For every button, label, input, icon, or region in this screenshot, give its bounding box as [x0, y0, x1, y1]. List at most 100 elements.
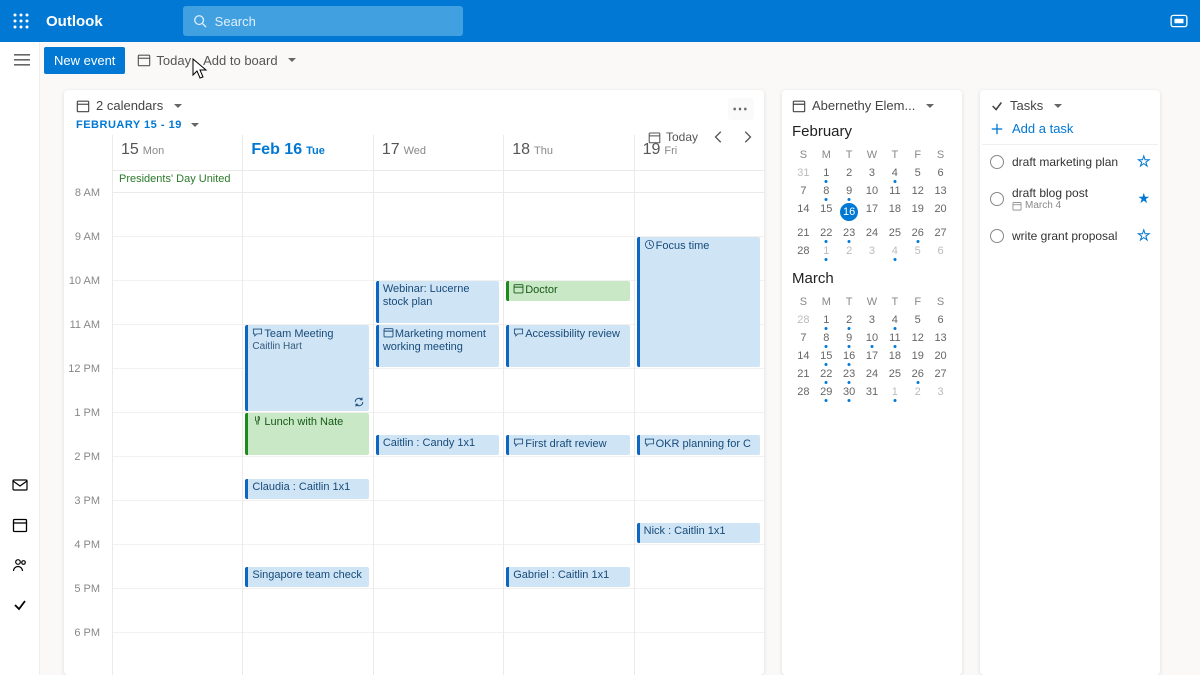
app-launcher-icon[interactable] — [0, 0, 42, 42]
mini-cal-day[interactable]: 2 — [838, 311, 861, 329]
leftrail-mail-icon[interactable] — [10, 475, 30, 495]
card-more-button[interactable]: ⋯ — [728, 98, 754, 120]
mini-cal-day[interactable]: 5 — [906, 311, 929, 329]
mini-cal-day[interactable]: 9 — [838, 329, 861, 347]
calendar-event[interactable]: Accessibility review — [506, 325, 629, 367]
mini-cal-day[interactable]: 24 — [861, 365, 884, 383]
mini-cal-day[interactable]: 14 — [792, 200, 815, 224]
mini-cal-day[interactable]: 29 — [815, 383, 838, 401]
mini-cal-day[interactable]: 31 — [861, 383, 884, 401]
mini-cal-day[interactable]: 15 — [815, 200, 838, 224]
mini-cal-day[interactable]: 12 — [906, 329, 929, 347]
mini-cal-day[interactable]: 14 — [792, 347, 815, 365]
new-event-button[interactable]: New event — [44, 47, 125, 74]
mini-cal-day[interactable]: 7 — [792, 182, 815, 200]
mini-cal-day[interactable]: 23 — [838, 224, 861, 242]
mini-cal-day[interactable]: 22 — [815, 365, 838, 383]
task-star-toggle[interactable]: ★ — [1137, 153, 1150, 170]
mini-cal-day[interactable]: 16 — [838, 347, 861, 365]
mini-cal-day[interactable]: 24 — [861, 224, 884, 242]
calendar-selector[interactable]: 2 calendars — [76, 98, 752, 113]
leftrail-calendar-icon[interactable] — [10, 515, 30, 535]
mini-cal-day[interactable]: 19 — [906, 347, 929, 365]
mini-cal-day[interactable]: 11 — [883, 329, 906, 347]
mini-cal-day[interactable]: 15 — [815, 347, 838, 365]
task-star-toggle[interactable]: ★ — [1137, 190, 1150, 207]
mini-cal-day[interactable]: 8 — [815, 182, 838, 200]
mini-cal-day[interactable]: 21 — [792, 224, 815, 242]
mini-cal-day[interactable]: 28 — [792, 383, 815, 401]
calendar-event[interactable]: Caitlin : Candy 1x1 — [376, 435, 499, 455]
task-complete-toggle[interactable] — [990, 192, 1004, 206]
mini-cal-day[interactable]: 5 — [906, 242, 929, 260]
mini-cal-day[interactable]: 16 — [838, 200, 861, 224]
mini-cal-day[interactable]: 25 — [883, 365, 906, 383]
calendar-event[interactable]: Doctor — [506, 281, 629, 301]
calendar-event[interactable]: Nick : Caitlin 1x1 — [637, 523, 760, 543]
mini-cal-day[interactable]: 25 — [883, 224, 906, 242]
mini-cal-day[interactable]: 30 — [838, 383, 861, 401]
mini-cal-day[interactable]: 31 — [792, 164, 815, 182]
mini-calendar-selector[interactable]: Abernethy Elem... — [792, 98, 952, 113]
task-item[interactable]: draft marketing plan★ — [982, 145, 1158, 178]
task-item[interactable]: write grant proposal★ — [982, 219, 1158, 252]
today-button[interactable]: Today — [137, 53, 191, 68]
mini-cal-day[interactable]: 6 — [929, 242, 952, 260]
hamburger-icon[interactable] — [14, 52, 30, 73]
calendar-event[interactable]: Marketing moment working meeting — [376, 325, 499, 367]
mini-cal-day[interactable]: 1 — [883, 383, 906, 401]
mini-cal-day[interactable]: 7 — [792, 329, 815, 347]
mini-cal-day[interactable]: 3 — [861, 311, 884, 329]
mini-cal-day[interactable]: 13 — [929, 182, 952, 200]
mini-cal-day[interactable]: 19 — [906, 200, 929, 224]
mini-cal-day[interactable]: 23 — [838, 365, 861, 383]
mini-cal-day[interactable]: 3 — [861, 242, 884, 260]
mini-cal-day[interactable]: 3 — [929, 383, 952, 401]
add-to-board-menu[interactable]: Add to board — [203, 53, 295, 68]
mini-cal-day[interactable]: 4 — [883, 242, 906, 260]
mini-cal-day[interactable]: 1 — [815, 242, 838, 260]
mini-cal-day[interactable]: 28 — [792, 242, 815, 260]
calendar-event[interactable]: Webinar: Lucerne stock plan — [376, 281, 499, 323]
calendar-event[interactable]: Lunch with Nate — [245, 413, 368, 455]
mini-cal-day[interactable]: 27 — [929, 224, 952, 242]
mini-cal-day[interactable]: 13 — [929, 329, 952, 347]
task-complete-toggle[interactable] — [990, 155, 1004, 169]
mini-cal-day[interactable]: 26 — [906, 224, 929, 242]
mini-cal-day[interactable]: 1 — [815, 311, 838, 329]
mini-cal-day[interactable]: 10 — [861, 182, 884, 200]
calendar-event[interactable]: Claudia : Caitlin 1x1 — [245, 479, 368, 499]
calendar-event[interactable]: Team MeetingCaitlin Hart — [245, 325, 368, 411]
add-task-button[interactable]: Add a task — [982, 113, 1158, 145]
mini-cal-day[interactable]: 28 — [792, 311, 815, 329]
mini-cal-day[interactable]: 4 — [883, 164, 906, 182]
mini-cal-day[interactable]: 18 — [883, 347, 906, 365]
mini-cal-day[interactable]: 2 — [838, 164, 861, 182]
mini-cal-day[interactable]: 3 — [861, 164, 884, 182]
mini-cal-day[interactable]: 26 — [906, 365, 929, 383]
calendar-event[interactable]: Gabriel : Caitlin 1x1 — [506, 567, 629, 587]
mini-cal-day[interactable]: 5 — [906, 164, 929, 182]
mini-cal-day[interactable]: 22 — [815, 224, 838, 242]
mini-cal-day[interactable]: 20 — [929, 347, 952, 365]
calendar-event[interactable]: OKR planning for C — [637, 435, 760, 455]
mini-cal-day[interactable]: 20 — [929, 200, 952, 224]
day-column[interactable]: Feb 16TueTeam MeetingCaitlin HartLunch w… — [242, 135, 372, 675]
mini-cal-day[interactable]: 8 — [815, 329, 838, 347]
mini-cal-day[interactable]: 18 — [883, 200, 906, 224]
mini-cal-day[interactable]: 21 — [792, 365, 815, 383]
mini-cal-day[interactable]: 17 — [861, 347, 884, 365]
task-star-toggle[interactable]: ★ — [1137, 227, 1150, 244]
day-column[interactable]: 19FriFocus timeOKR planning for CNick : … — [634, 135, 764, 675]
calendar-event[interactable]: First draft review — [506, 435, 629, 455]
task-item[interactable]: draft blog postMarch 4★ — [982, 178, 1158, 219]
mini-cal-day[interactable]: 10 — [861, 329, 884, 347]
leftrail-people-icon[interactable] — [10, 555, 30, 575]
day-column[interactable]: 18ThuDoctorAccessibility reviewFirst dra… — [503, 135, 633, 675]
mini-cal-day[interactable]: 2 — [838, 242, 861, 260]
mini-cal-day[interactable]: 9 — [838, 182, 861, 200]
mini-cal-day[interactable]: 6 — [929, 311, 952, 329]
day-column[interactable]: 15MonPresidents' Day United — [112, 135, 242, 675]
mini-cal-day[interactable]: 11 — [883, 182, 906, 200]
leftrail-tasks-icon[interactable] — [10, 595, 30, 615]
